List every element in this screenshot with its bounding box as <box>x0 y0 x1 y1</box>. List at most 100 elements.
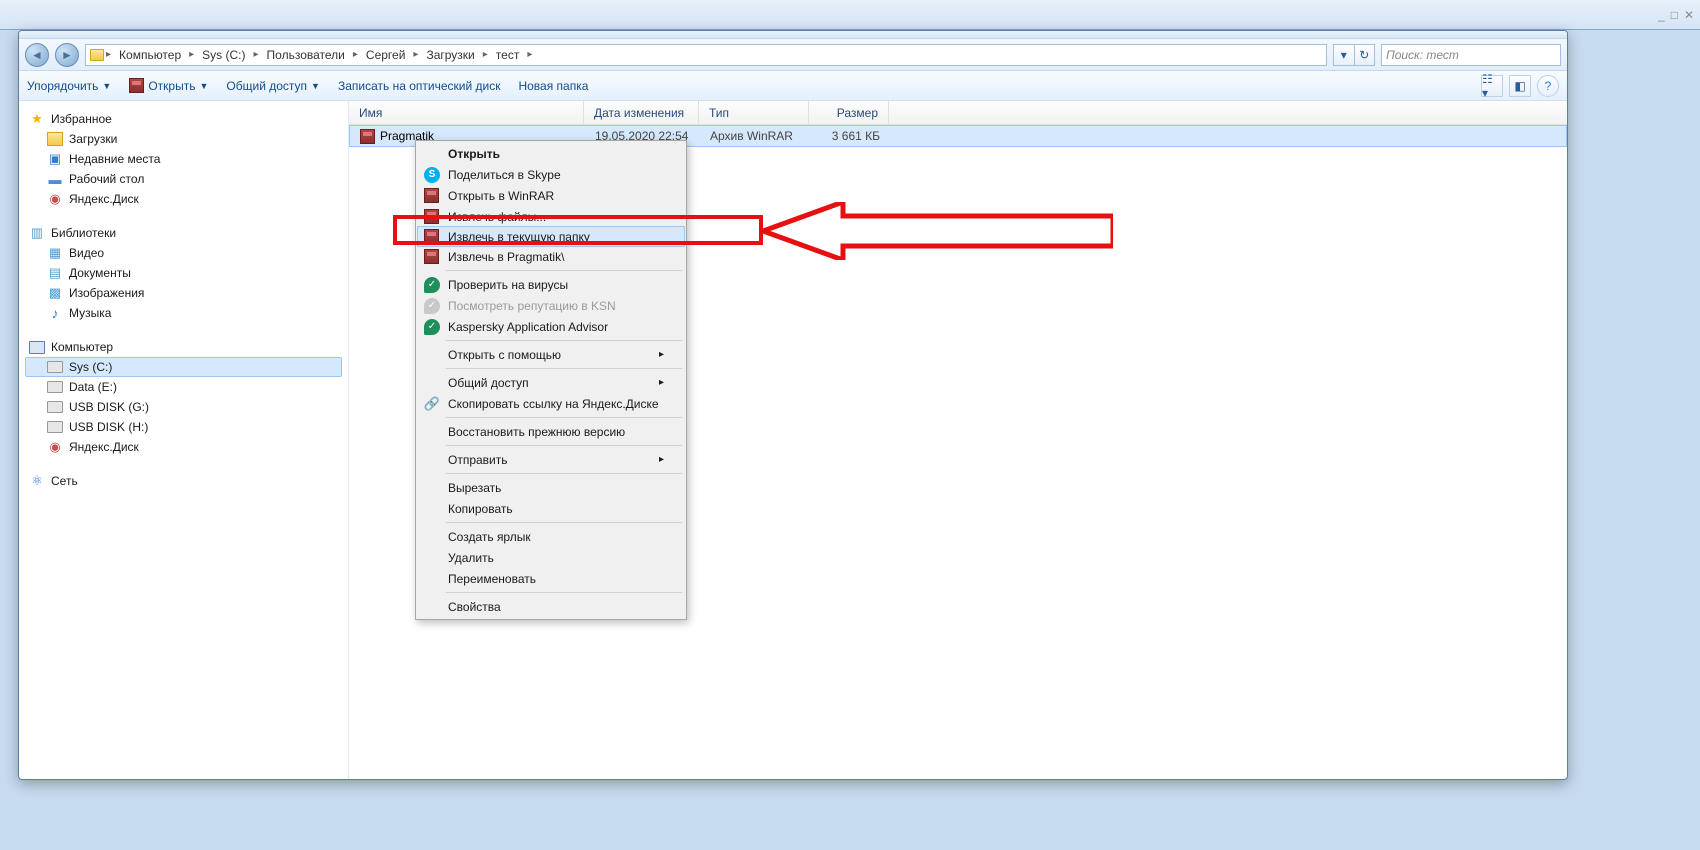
sidebar-item-images[interactable]: ▩Изображения <box>25 283 342 303</box>
search-input[interactable]: Поиск: тест <box>1381 44 1561 66</box>
network-icon: ⚛ <box>29 473 45 489</box>
sidebar-item-sys-c[interactable]: Sys (C:) <box>25 357 342 377</box>
ctx-share-access[interactable]: Общий доступ▸ <box>418 372 684 393</box>
breadcrumb-item[interactable]: Компьютер <box>113 45 187 65</box>
libraries-icon: ▥ <box>29 225 45 241</box>
ctx-open[interactable]: Открыть <box>418 143 684 164</box>
winrar-icon <box>129 78 144 93</box>
address-row: ◄ ► ▸ Компьютер▸ Sys (C:)▸ Пользователи▸… <box>19 39 1567 71</box>
window-titlebar[interactable] <box>19 31 1567 39</box>
ctx-open-winrar[interactable]: Открыть в WinRAR <box>418 185 684 206</box>
sidebar-item-recent[interactable]: ▣Недавние места <box>25 149 342 169</box>
chevron-right-icon[interactable]: ▸ <box>413 49 418 60</box>
chevron-right-icon[interactable]: ▸ <box>254 49 259 60</box>
share-button[interactable]: Общий доступ ▼ <box>226 79 320 93</box>
burn-button[interactable]: Записать на оптический диск <box>338 79 501 93</box>
ctx-separator <box>446 270 682 271</box>
chevron-right-icon[interactable]: ▸ <box>189 49 194 60</box>
sidebar-item-yandexdisk[interactable]: ◉Яндекс.Диск <box>25 189 342 209</box>
sidebar-item-usb-h[interactable]: USB DISK (H:) <box>25 417 342 437</box>
breadcrumb-item[interactable]: Сергей <box>360 45 412 65</box>
winrar-icon <box>424 229 439 244</box>
ctx-open-with[interactable]: Открыть с помощью▸ <box>418 344 684 365</box>
sidebar-item-data-e[interactable]: Data (E:) <box>25 377 342 397</box>
chevron-right-icon[interactable]: ▸ <box>106 49 111 60</box>
breadcrumb-item[interactable]: тест <box>490 45 526 65</box>
sidebar-item-downloads[interactable]: Загрузки <box>25 129 342 149</box>
sidebar-section-computer[interactable]: Компьютер <box>25 337 342 357</box>
window-max-icon[interactable]: □ <box>1671 8 1678 22</box>
ctx-ksn-rep[interactable]: ✓Посмотреть репутацию в KSN <box>418 295 684 316</box>
kaspersky-icon: ✓ <box>424 277 440 293</box>
ctx-copy[interactable]: Копировать <box>418 498 684 519</box>
images-icon: ▩ <box>47 285 63 301</box>
submenu-arrow-icon: ▸ <box>659 377 664 388</box>
folder-icon <box>90 49 104 61</box>
ctx-share-skype[interactable]: SПоделиться в Skype <box>418 164 684 185</box>
open-button[interactable]: Открыть ▼ <box>129 78 208 93</box>
file-type: Архив WinRAR <box>700 129 810 143</box>
refresh-button[interactable]: ↻ <box>1354 44 1376 66</box>
view-options-button[interactable]: ☷ ▾ <box>1481 75 1503 97</box>
breadcrumb-item[interactable]: Загрузки <box>420 45 480 65</box>
ctx-scan-virus[interactable]: ✓Проверить на вирусы <box>418 274 684 295</box>
sidebar-item-music[interactable]: ♪Музыка <box>25 303 342 323</box>
ctx-rename[interactable]: Переименовать <box>418 568 684 589</box>
chevron-right-icon[interactable]: ▸ <box>353 49 358 60</box>
sidebar-item-usb-g[interactable]: USB DISK (G:) <box>25 397 342 417</box>
new-folder-button[interactable]: Новая папка <box>518 79 588 93</box>
sidebar-item-videos[interactable]: ▦Видео <box>25 243 342 263</box>
ctx-kasp-advisor[interactable]: ✓Kaspersky Application Advisor <box>418 316 684 337</box>
ctx-cut[interactable]: Вырезать <box>418 477 684 498</box>
sidebar-item-documents[interactable]: ▤Документы <box>25 263 342 283</box>
ctx-extract-here[interactable]: Извлечь в текущую папку <box>417 226 685 247</box>
skype-icon: S <box>424 167 440 183</box>
sidebar-section-favorites[interactable]: ★Избранное <box>25 109 342 129</box>
breadcrumb[interactable]: ▸ Компьютер▸ Sys (C:)▸ Пользователи▸ Сер… <box>85 44 1327 66</box>
organize-button[interactable]: Упорядочить ▼ <box>27 79 111 93</box>
ctx-separator <box>446 340 682 341</box>
chevron-right-icon[interactable]: ▸ <box>527 49 532 60</box>
link-icon: 🔗 <box>424 396 440 412</box>
window-close-icon[interactable]: ✕ <box>1684 8 1694 22</box>
drive-icon <box>47 399 63 415</box>
drive-icon <box>47 359 63 375</box>
folder-icon <box>47 131 63 147</box>
ctx-create-shortcut[interactable]: Создать ярлык <box>418 526 684 547</box>
ctx-yandex-link[interactable]: 🔗Скопировать ссылку на Яндекс.Диске <box>418 393 684 414</box>
nav-back-button[interactable]: ◄ <box>25 43 49 67</box>
breadcrumb-item[interactable]: Sys (C:) <box>196 45 251 65</box>
preview-pane-button[interactable]: ◧ <box>1509 75 1531 97</box>
ctx-separator <box>446 592 682 593</box>
sidebar-item-desktop[interactable]: ▬Рабочий стол <box>25 169 342 189</box>
ctx-restore-version[interactable]: Восстановить прежнюю версию <box>418 421 684 442</box>
ctx-properties[interactable]: Свойства <box>418 596 684 617</box>
navigation-pane: ★Избранное Загрузки ▣Недавние места ▬Раб… <box>19 101 349 779</box>
help-button[interactable]: ? <box>1537 75 1559 97</box>
column-headers: Имя Дата изменения Тип Размер <box>349 101 1567 125</box>
window-min-icon[interactable]: _ <box>1658 8 1665 22</box>
col-name[interactable]: Имя <box>349 101 584 124</box>
sidebar-item-yandexdisk-drive[interactable]: ◉Яндекс.Диск <box>25 437 342 457</box>
kaspersky-icon: ✓ <box>424 298 440 314</box>
ctx-extract-files[interactable]: Извлечь файлы... <box>418 206 684 227</box>
computer-icon <box>29 339 45 355</box>
sidebar-section-network[interactable]: ⚛Сеть <box>25 471 342 491</box>
submenu-arrow-icon: ▸ <box>659 454 664 465</box>
explorer-window: ◄ ► ▸ Компьютер▸ Sys (C:)▸ Пользователи▸… <box>18 30 1568 780</box>
ctx-extract-to[interactable]: Извлечь в Pragmatik\ <box>418 246 684 267</box>
nav-forward-button[interactable]: ► <box>55 43 79 67</box>
ctx-delete[interactable]: Удалить <box>418 547 684 568</box>
sidebar-section-libraries[interactable]: ▥Библиотеки <box>25 223 342 243</box>
ctx-separator <box>446 522 682 523</box>
recent-icon: ▣ <box>47 151 63 167</box>
history-dropdown-button[interactable]: ▾ <box>1333 44 1354 66</box>
col-type[interactable]: Тип <box>699 101 809 124</box>
chevron-right-icon[interactable]: ▸ <box>483 49 488 60</box>
breadcrumb-item[interactable]: Пользователи <box>261 45 351 65</box>
ctx-send-to[interactable]: Отправить▸ <box>418 449 684 470</box>
col-date[interactable]: Дата изменения <box>584 101 699 124</box>
winrar-icon <box>424 249 439 264</box>
winrar-icon <box>424 188 439 203</box>
col-size[interactable]: Размер <box>809 101 889 124</box>
